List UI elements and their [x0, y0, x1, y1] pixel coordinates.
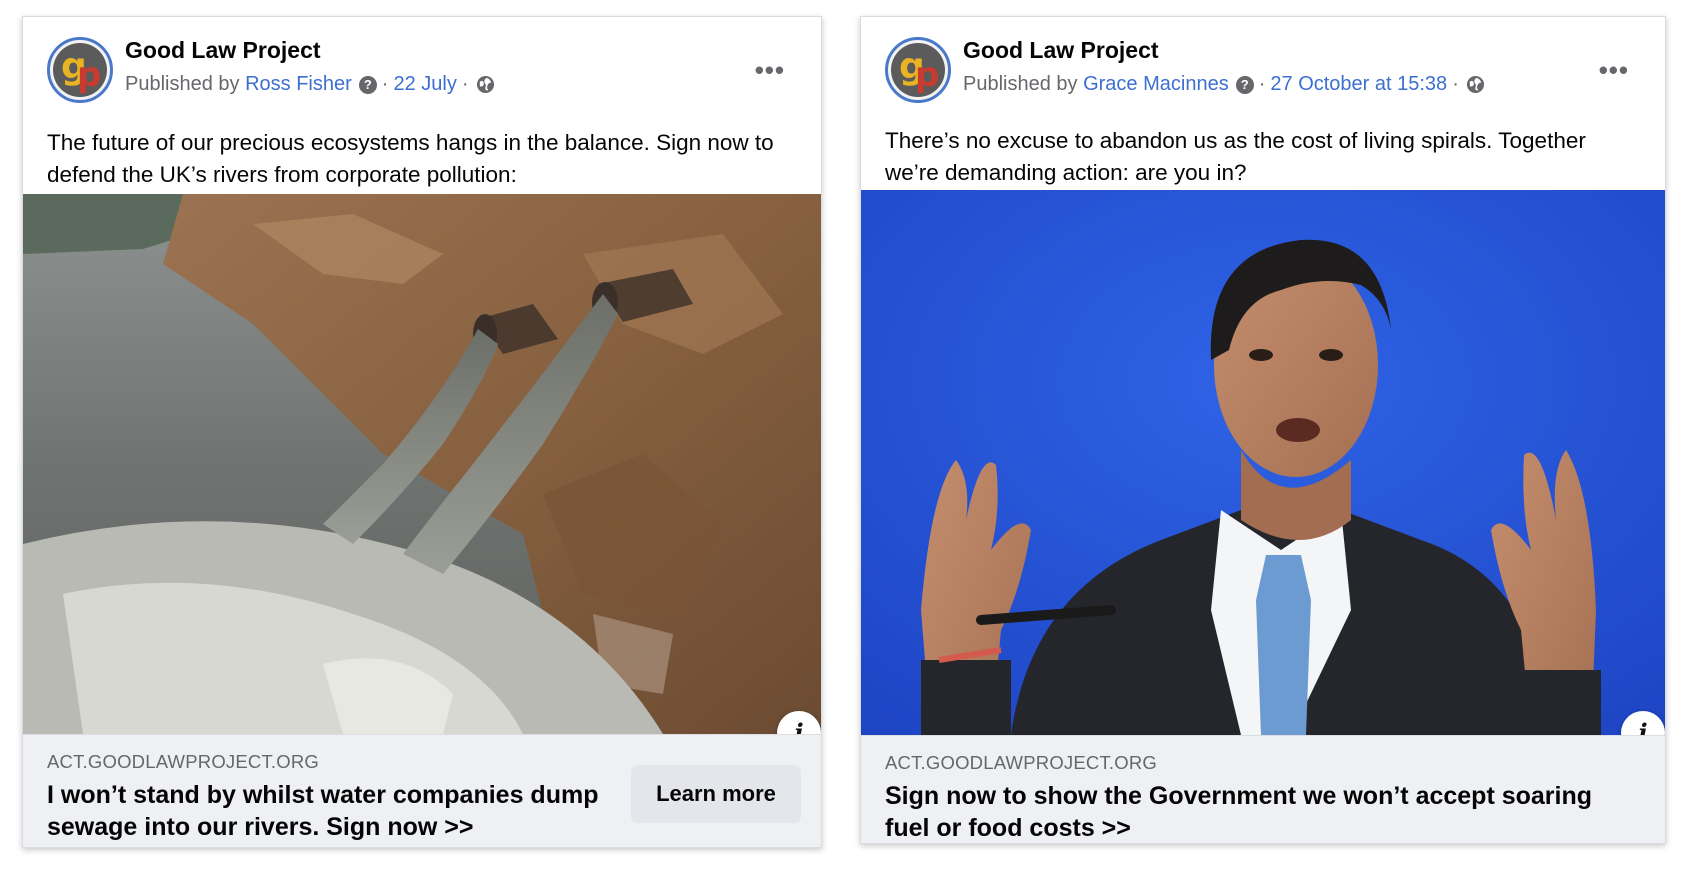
post-date-link[interactable]: 27 October at 15:38: [1270, 73, 1447, 96]
post-meta: Published by Ross Fisher ? · 22 July ·: [125, 73, 495, 96]
page-name-link[interactable]: Good Law Project: [125, 37, 321, 64]
post-image-sewage-pipes[interactable]: [23, 194, 821, 734]
page-avatar[interactable]: gp: [885, 37, 951, 103]
question-icon[interactable]: ?: [1235, 75, 1254, 94]
post-body-text: The future of our precious ecosystems ha…: [47, 130, 774, 187]
page-avatar[interactable]: gp: [47, 37, 113, 103]
link-domain: ACT.GOODLAWPROJECT.ORG: [47, 751, 319, 772]
author-link[interactable]: Ross Fisher: [245, 73, 352, 96]
published-by-label: Published by: [125, 73, 240, 95]
link-headline[interactable]: Sign now to show the Government we won’t…: [885, 780, 1605, 843]
learn-more-button[interactable]: Learn more: [631, 765, 801, 823]
more-options-icon[interactable]: •••: [1599, 57, 1629, 83]
post-body-text: There’s no excuse to abandon us as the c…: [885, 128, 1586, 185]
globe-icon: [1466, 75, 1485, 94]
link-headline[interactable]: I won’t stand by whilst water companies …: [47, 779, 607, 843]
globe-icon: [476, 75, 495, 94]
post-date-link[interactable]: 22 July: [393, 73, 456, 96]
post-image-speaker[interactable]: [861, 190, 1665, 735]
post-meta: Published by Grace Macinnes ? · 27 Octob…: [963, 73, 1485, 96]
link-domain: ACT.GOODLAWPROJECT.ORG: [885, 752, 1157, 773]
link-preview[interactable]: ACT.GOODLAWPROJECT.ORG I won’t stand by …: [23, 734, 821, 847]
link-preview[interactable]: ACT.GOODLAWPROJECT.ORG Sign now to show …: [861, 735, 1665, 843]
page-name-link[interactable]: Good Law Project: [963, 37, 1159, 64]
logo-icon: gp: [891, 43, 945, 97]
published-by-label: Published by: [963, 73, 1078, 95]
question-icon[interactable]: ?: [358, 75, 377, 94]
author-link[interactable]: Grace Macinnes: [1083, 73, 1229, 96]
more-options-icon[interactable]: •••: [755, 57, 785, 83]
ad-post-card: gp Good Law Project Published by Grace M…: [860, 16, 1666, 844]
post-header: gp Good Law Project Published by Grace M…: [861, 17, 1665, 121]
ad-post-card: gp Good Law Project Published by Ross Fi…: [22, 16, 822, 848]
post-header: gp Good Law Project Published by Ross Fi…: [23, 17, 821, 121]
logo-icon: gp: [53, 43, 107, 97]
